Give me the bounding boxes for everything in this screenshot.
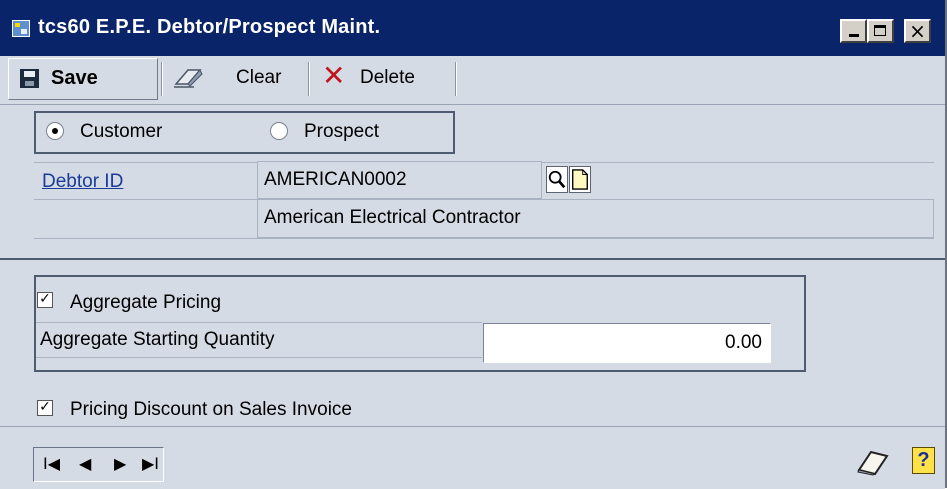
debtor-name-field[interactable]: American Electrical Contractor xyxy=(257,199,934,238)
help-icon[interactable]: ? xyxy=(912,447,935,474)
debtor-id-link[interactable]: Debtor ID xyxy=(42,171,123,193)
aggregate-pricing-label[interactable]: Aggregate Pricing xyxy=(70,292,221,314)
row-divider xyxy=(34,238,934,239)
magnifier-lookup-icon[interactable] xyxy=(546,166,568,193)
red-x-icon[interactable]: ✕ xyxy=(322,62,348,90)
prospect-radio-label[interactable]: Prospect xyxy=(304,121,379,143)
eraser-icon[interactable] xyxy=(172,64,206,90)
first-record-button[interactable]: I◀ xyxy=(43,454,60,474)
close-icon: × xyxy=(909,19,926,43)
clear-button[interactable]: Clear xyxy=(236,67,281,89)
debtor-id-field[interactable]: AMERICAN0002 xyxy=(257,161,542,199)
minimize-button[interactable] xyxy=(840,19,867,43)
close-button[interactable]: × xyxy=(904,19,931,43)
aggregate-starting-quantity-input[interactable]: 0.00 xyxy=(483,323,771,363)
new-document-icon[interactable] xyxy=(569,166,591,193)
delete-button[interactable]: Delete xyxy=(360,67,415,89)
next-record-button[interactable]: ▶ xyxy=(114,454,126,474)
pricing-discount-label[interactable]: Pricing Discount on Sales Invoice xyxy=(70,399,352,421)
toolbar-separator xyxy=(308,62,310,96)
toolbar-separator xyxy=(161,62,163,96)
save-button[interactable]: Save xyxy=(8,58,158,100)
app-window-icon xyxy=(12,20,30,37)
floppy-disk-icon xyxy=(20,69,39,88)
save-label: Save xyxy=(51,67,98,89)
pricing-discount-checkbox[interactable]: ✓ xyxy=(37,400,53,416)
aggregate-starting-quantity-label: Aggregate Starting Quantity xyxy=(40,329,275,350)
section-separator xyxy=(0,258,945,260)
prospect-radio[interactable] xyxy=(270,122,288,140)
note-icon[interactable] xyxy=(857,448,889,476)
previous-record-button[interactable]: ◀ xyxy=(79,454,91,474)
window-title: tcs60 E.P.E. Debtor/Prospect Maint. xyxy=(38,16,381,38)
debtor-prospect-window: tcs60 E.P.E. Debtor/Prospect Maint. × Sa… xyxy=(0,0,947,489)
maximize-button[interactable] xyxy=(867,19,894,43)
title-bar[interactable]: tcs60 E.P.E. Debtor/Prospect Maint. × xyxy=(0,0,945,56)
row-divider xyxy=(36,357,482,358)
aggregate-pricing-checkbox[interactable]: ✓ xyxy=(37,292,53,308)
toolbar-separator xyxy=(455,62,457,96)
last-record-button[interactable]: ▶I xyxy=(142,454,159,474)
customer-radio-label[interactable]: Customer xyxy=(80,121,162,143)
row-divider xyxy=(36,322,482,323)
customer-radio[interactable] xyxy=(46,122,64,140)
